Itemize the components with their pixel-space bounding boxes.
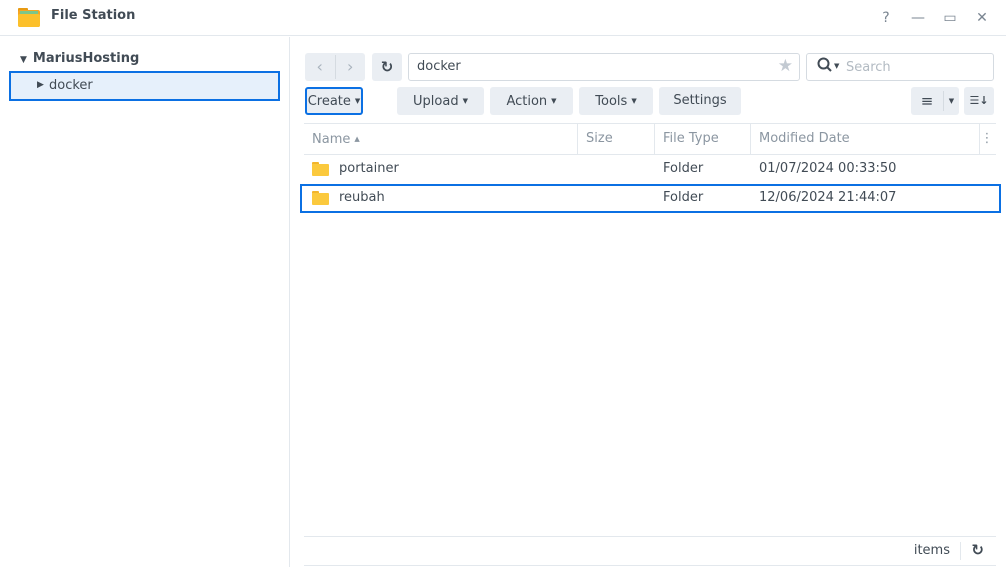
title-bar: File Station ? — ▭ ✕ — [0, 0, 1006, 36]
help-icon[interactable]: ? — [876, 8, 896, 28]
column-header-size[interactable]: Size — [578, 124, 655, 154]
tree-root-mariushosting[interactable]: ▼ MariusHosting — [20, 51, 139, 66]
dropdown-caret-icon: ▼ — [631, 97, 637, 105]
tools-label: Tools — [595, 94, 628, 109]
tree-item-label: docker — [49, 78, 93, 93]
dropdown-caret-icon: ▼ — [354, 97, 361, 105]
refresh-button[interactable]: ↻ — [372, 53, 402, 81]
forward-button[interactable]: › — [336, 53, 366, 81]
favorite-star-icon[interactable]: ★ — [778, 56, 793, 76]
search-input[interactable]: ▼ Search — [806, 53, 994, 81]
dropdown-caret-icon: ▼ — [462, 97, 468, 105]
maximize-icon[interactable]: ▭ — [940, 8, 960, 28]
column-label: Name — [312, 132, 351, 147]
search-icon[interactable] — [817, 57, 833, 77]
column-label: Size — [586, 131, 613, 146]
settings-label: Settings — [673, 93, 727, 108]
sort-icon: ☰↓ — [969, 94, 989, 107]
divider — [960, 542, 961, 560]
history-nav: ‹ › — [305, 53, 365, 81]
settings-button[interactable]: Settings — [659, 87, 741, 115]
file-station-icon — [18, 8, 40, 27]
upload-label: Upload — [413, 94, 459, 109]
column-header-file-type[interactable]: File Type — [655, 124, 751, 154]
close-icon[interactable]: ✕ — [972, 8, 992, 28]
create-label: Create — [307, 94, 351, 109]
refresh-icon[interactable]: ↻ — [971, 541, 984, 559]
back-button[interactable]: ‹ — [305, 53, 335, 81]
modified-date: 01/07/2024 00:33:50 — [759, 161, 897, 176]
file-grid: Name ▲ Size File Type Modified Date ⋮ por… — [300, 123, 1001, 213]
action-label: Action — [506, 94, 548, 109]
dropdown-caret-icon: ▼ — [551, 97, 557, 105]
sort-button[interactable]: ☰↓ — [964, 87, 994, 115]
tree-root-label: MariusHosting — [32, 51, 140, 66]
file-type: Folder — [663, 161, 704, 176]
column-label: File Type — [663, 131, 719, 146]
file-type: Folder — [663, 190, 704, 205]
column-label: Modified Date — [759, 131, 850, 146]
folder-icon — [312, 162, 329, 176]
minimize-icon[interactable]: — — [908, 8, 928, 28]
upload-button[interactable]: Upload ▼ — [397, 87, 484, 115]
file-name: portainer — [339, 161, 399, 176]
action-button[interactable]: Action ▼ — [490, 87, 573, 115]
search-placeholder: Search — [846, 60, 891, 75]
column-header-modified-date[interactable]: Modified Date — [751, 124, 980, 154]
create-button[interactable]: Create ▼ — [305, 87, 363, 115]
list-view-icon[interactable]: ≡ — [911, 87, 943, 115]
folder-tree: ▼ MariusHosting ▶ docker — [0, 37, 290, 567]
caret-down-icon[interactable]: ▼ — [20, 55, 27, 65]
tree-item-docker[interactable]: ▶ docker — [9, 71, 280, 101]
view-dropdown-icon[interactable]: ▼ — [944, 87, 959, 115]
app-title: File Station — [51, 8, 136, 23]
sort-ascending-icon: ▲ — [354, 135, 360, 143]
main-panel: ‹ › ↻ docker ★ ▼ Search Create ▼ Upload ▼ … — [291, 37, 1006, 567]
file-name: reubah — [339, 190, 385, 205]
grid-header: Name ▲ Size File Type Modified Date ⋮ — [304, 123, 996, 155]
caret-right-icon[interactable]: ▶ — [37, 80, 44, 90]
search-dropdown-icon[interactable]: ▼ — [834, 62, 839, 70]
table-row[interactable]: portainer Folder 01/07/2024 00:33:50 — [304, 155, 996, 184]
path-field[interactable]: docker ★ — [408, 53, 800, 81]
column-menu-icon[interactable]: ⋮ — [978, 124, 996, 154]
folder-icon — [312, 191, 329, 205]
table-row[interactable]: reubah Folder 12/06/2024 21:44:07 — [300, 184, 1001, 213]
view-mode-button[interactable]: ≡ ▼ — [911, 87, 959, 115]
modified-date: 12/06/2024 21:44:07 — [759, 190, 897, 205]
items-count: items — [913, 543, 950, 558]
column-header-name[interactable]: Name ▲ — [304, 124, 578, 154]
path-text: docker — [417, 59, 461, 74]
status-bar: items ↻ — [304, 536, 996, 566]
tools-button[interactable]: Tools ▼ — [579, 87, 653, 115]
